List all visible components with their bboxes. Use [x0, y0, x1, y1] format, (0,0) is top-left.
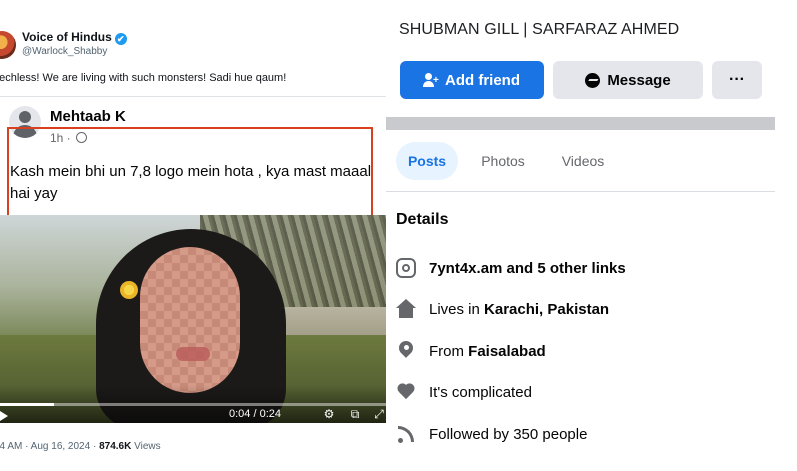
tab-posts[interactable]: Posts [396, 142, 458, 180]
detail-lives-in: Lives in Karachi, Pakistan [396, 297, 791, 321]
messenger-icon [585, 72, 601, 88]
pixelated-face [140, 247, 240, 393]
add-friend-label: Add friend [445, 71, 520, 89]
screenshot-composite: Voice of Hindus ✔ @Warlock_Shabby eechles… [0, 0, 797, 471]
heart-icon [396, 382, 416, 402]
add-friend-button[interactable]: + Add friend [400, 61, 544, 99]
facebook-profile: SHUBMAN GILL | SARFARAZ AHMED + Add frien… [386, 0, 797, 471]
play-icon[interactable] [0, 411, 8, 421]
tabs-divider [386, 191, 775, 192]
detail-lives-in-prefix: Lives in [429, 300, 485, 318]
profile-tabs: Posts Photos Videos [386, 142, 775, 182]
plus-icon: + [433, 75, 439, 86]
detail-followers-value[interactable]: Followed by 350 people [429, 426, 587, 443]
video-progress-bar[interactable] [0, 403, 386, 406]
tweet-views-count: 874.6K [99, 441, 132, 452]
user-avatar-icon[interactable] [0, 31, 16, 59]
message-label: Message [607, 71, 671, 89]
detail-from: From Faisalabad [396, 339, 791, 363]
tweet-views-label: Views [131, 441, 161, 452]
details-heading: Details [396, 211, 449, 228]
detail-from-prefix: From [429, 342, 469, 360]
detail-relationship: It's complicated [396, 380, 791, 404]
instagram-icon [396, 258, 416, 278]
rss-icon [396, 424, 416, 444]
tweet-author-name-text[interactable]: Voice of Hindus [22, 30, 112, 44]
section-divider [386, 117, 775, 130]
tab-photos[interactable]: Photos [470, 142, 536, 180]
video-progress-fill [0, 403, 55, 406]
fullscreen-icon[interactable]: ⤢ [372, 408, 386, 421]
message-button[interactable]: Message [553, 61, 703, 99]
detail-links[interactable]: 7ynt4x.am and 5 other links [396, 256, 791, 280]
quoted-facebook-post[interactable]: Mehtaab K 1h · Kash mein bhi un 7,8 logo… [0, 96, 386, 430]
highlight-box [7, 127, 373, 223]
detail-relationship-value: It's complicated [429, 383, 532, 401]
verified-badge-icon: ✔ [114, 33, 127, 45]
location-pin-icon [396, 341, 416, 361]
home-icon [396, 299, 416, 319]
tweet-timestamp[interactable]: 54 AM · Aug 16, 2024 · [0, 441, 99, 452]
tweet-header: Voice of Hindus ✔ @Warlock_Shabby [0, 28, 386, 64]
settings-icon[interactable]: ⚙ [322, 408, 336, 421]
tweet-author-name[interactable]: Voice of Hindus ✔ [22, 30, 127, 45]
picture-in-picture-icon[interactable]: ⧉ [348, 408, 362, 421]
detail-from-value[interactable]: Faisalabad [468, 343, 546, 360]
detail-followers: Followed by 350 people [396, 422, 791, 446]
video-player[interactable]: 0:04 / 0:24 ⚙ ⧉ ⤢ [0, 215, 386, 423]
tweet-text: eechless! We are living with such monste… [0, 72, 287, 84]
tweet-footer: 54 AM · Aug 16, 2024 · 874.6K Views [0, 441, 161, 452]
tweet-handle[interactable]: @Warlock_Shabby [22, 46, 107, 57]
add-friend-icon: + [423, 73, 439, 87]
post-author-name[interactable]: Mehtaab K [50, 108, 126, 125]
more-options-button[interactable]: ··· [712, 61, 762, 99]
hair-flower [120, 281, 138, 299]
tweet-card: Voice of Hindus ✔ @Warlock_Shabby eechles… [0, 0, 386, 471]
tab-videos[interactable]: Videos [550, 142, 616, 180]
detail-links-value[interactable]: 7ynt4x.am and 5 other links [429, 260, 626, 277]
video-lips [176, 347, 210, 361]
profile-name: SHUBMAN GILL | SARFARAZ AHMED [399, 21, 680, 38]
detail-lives-in-value[interactable]: Karachi, Pakistan [484, 301, 609, 318]
video-time: 0:04 / 0:24 [229, 408, 281, 420]
